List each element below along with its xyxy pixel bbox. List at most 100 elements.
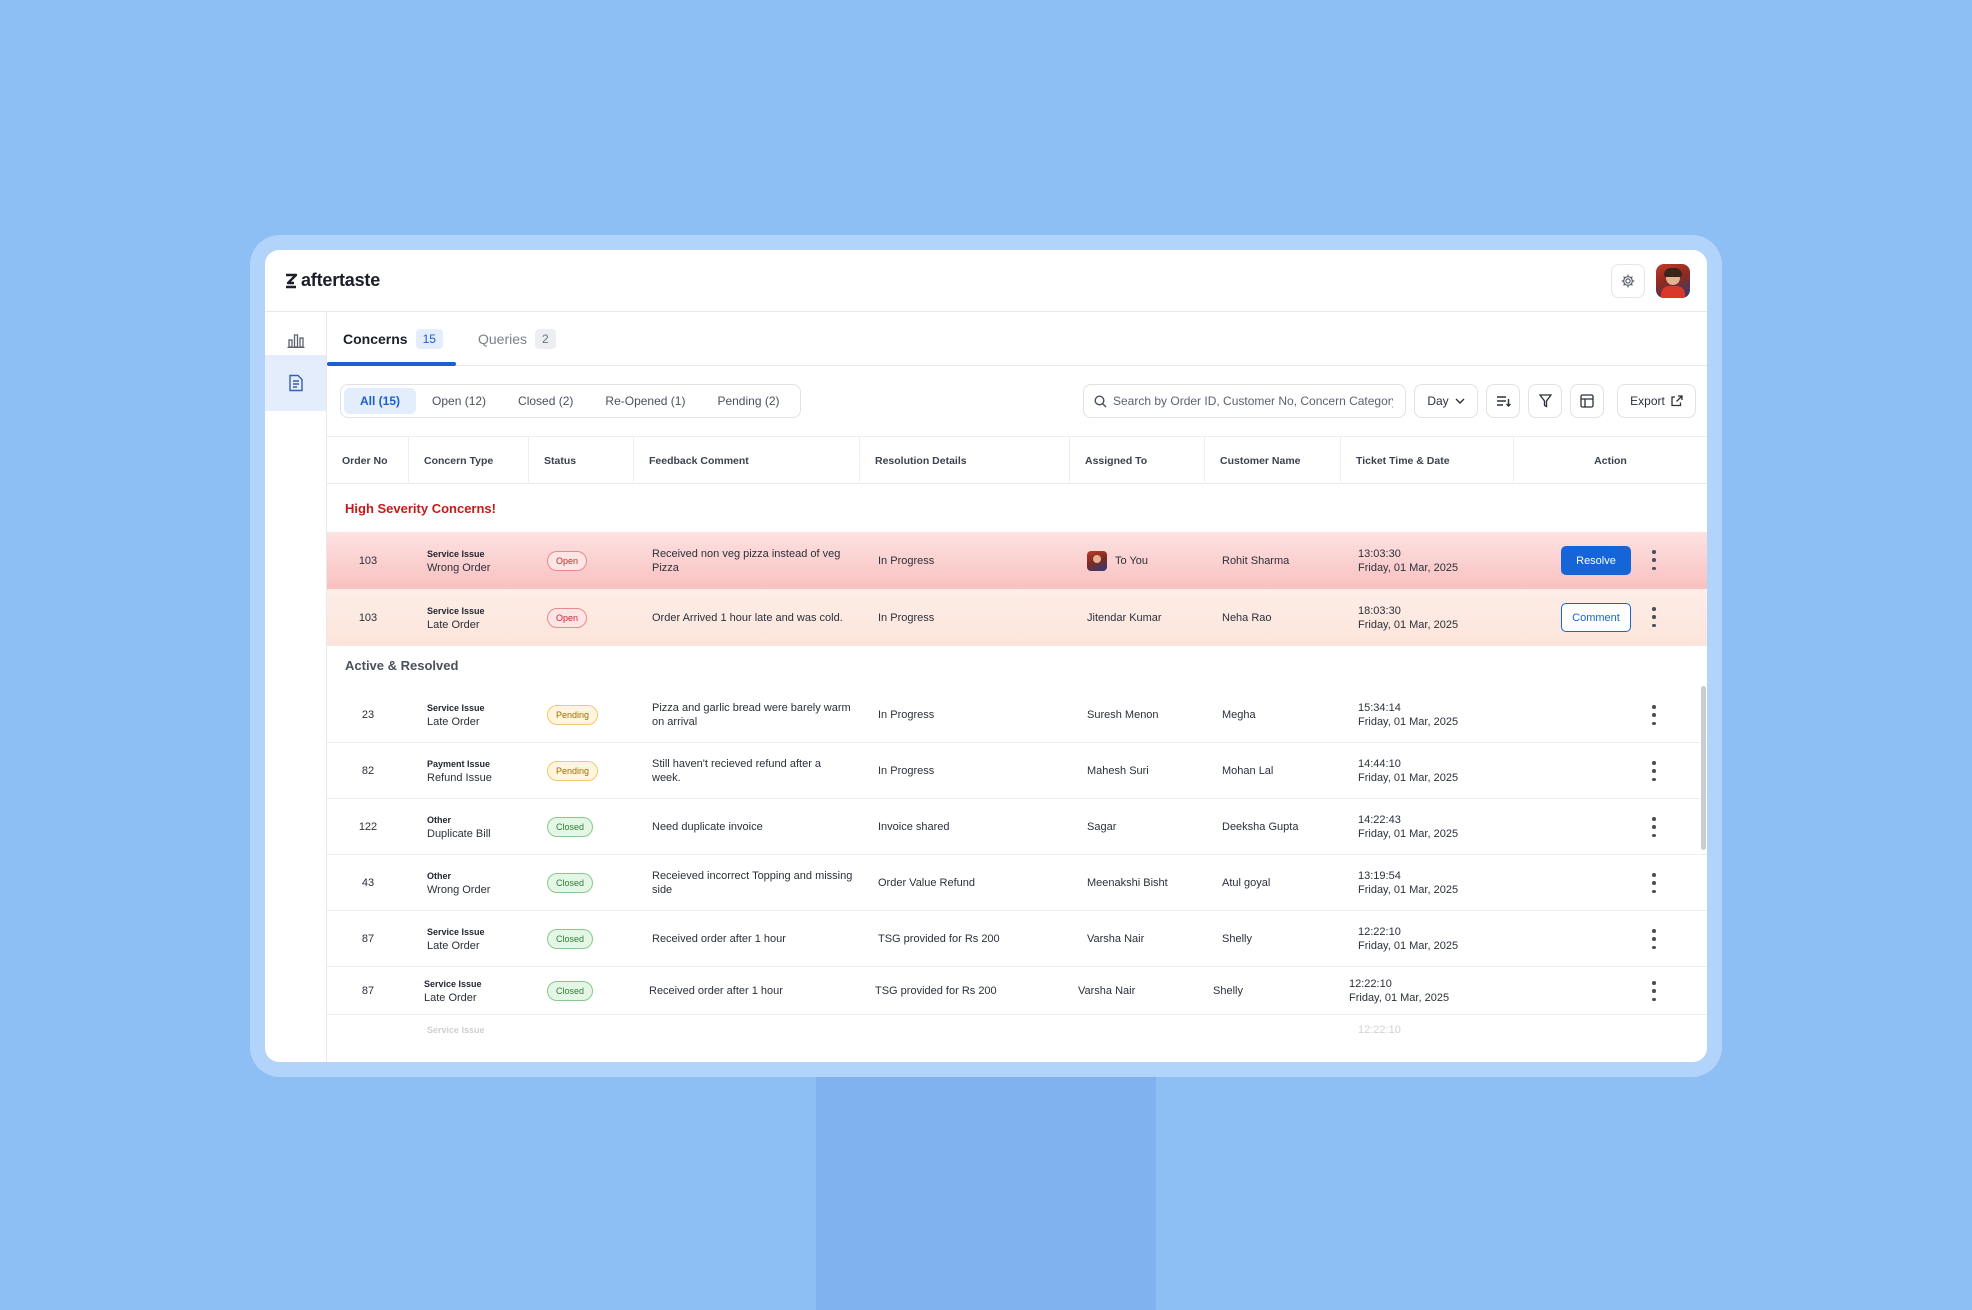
more-options-icon[interactable] <box>1647 607 1661 627</box>
col-status[interactable]: Status <box>529 437 634 484</box>
table-row[interactable]: 122 Other Duplicate Bill Closed Need dup… <box>327 799 1707 855</box>
col-concern-type[interactable]: Concern Type <box>409 437 529 484</box>
resolution-details: In Progress <box>878 708 935 721</box>
bar-chart-icon <box>287 334 304 348</box>
layout-columns-icon <box>1580 394 1594 408</box>
ticket-time: 12:22:10 <box>1358 925 1401 938</box>
feedback-comment: Received order after 1 hour <box>652 932 786 945</box>
ticket-date: Friday, 01 Mar, 2025 <box>1358 715 1459 728</box>
sidebar-item-concerns[interactable] <box>265 355 326 411</box>
monitor-stand <box>816 1062 1156 1310</box>
filter-closed[interactable]: Closed (2) <box>502 388 589 414</box>
feedback-comment: Pizza and garlic bread were barely warm … <box>652 701 851 728</box>
assigned-to: Varsha Nair <box>1087 932 1145 945</box>
ticket-date: Friday, 01 Mar, 2025 <box>1358 771 1459 784</box>
search-input[interactable] <box>1113 394 1393 408</box>
ticket-time: 13:19:54 <box>1358 869 1401 882</box>
ticket-time: 14:44:10 <box>1358 757 1401 770</box>
order-no: 87 <box>361 932 375 945</box>
comment-button[interactable]: Comment <box>1561 603 1631 632</box>
concern-category: Service Issue <box>427 702 485 713</box>
tab-queries[interactable]: Queries 2 <box>478 312 556 366</box>
table-row[interactable]: 87 Service Issue Late Order Closed Recei… <box>327 967 1707 1015</box>
resolve-button[interactable]: Resolve <box>1561 546 1631 575</box>
more-options-icon[interactable] <box>1647 873 1661 893</box>
status-badge: Closed <box>547 872 594 893</box>
table-row[interactable]: 103 Service Issue Late Order Open Order … <box>327 589 1707 646</box>
tab-queries-count: 2 <box>535 329 556 349</box>
col-ticket-time[interactable]: Ticket Time & Date <box>1341 437 1514 484</box>
customer-name: Deeksha Gupta <box>1222 820 1299 833</box>
col-order-no[interactable]: Order No <box>327 437 409 484</box>
more-options-icon[interactable] <box>1647 981 1661 1001</box>
tab-queries-label: Queries <box>478 331 528 347</box>
ticket-date: Friday, 01 Mar, 2025 <box>1358 827 1459 840</box>
filter-reopened[interactable]: Re-Opened (1) <box>589 388 701 414</box>
status-cell: Closed <box>547 911 594 966</box>
table-row[interactable]: 103 Service Issue Wrong Order Open Recei… <box>327 532 1707 589</box>
table-row[interactable]: 87 Service Issue Late Order Closed Recei… <box>327 911 1707 967</box>
filter-open[interactable]: Open (12) <box>416 388 502 414</box>
ticket-time-date: 14:22:43 Friday, 01 Mar, 2025 <box>1358 799 1458 854</box>
concern-name: Late Order <box>427 939 480 952</box>
columns-button[interactable] <box>1570 384 1604 418</box>
sort-button[interactable] <box>1486 384 1520 418</box>
col-action: Action <box>1594 454 1627 467</box>
concern-name: Late Order <box>427 715 480 728</box>
customer-name: Atul goyal <box>1222 876 1271 889</box>
ticket-date: Friday, 01 Mar, 2025 <box>1358 939 1459 952</box>
col-feedback-comment[interactable]: Feedback Comment <box>634 437 860 484</box>
resolution-details: Order Value Refund <box>878 876 976 889</box>
concern-type: Service Issue Late Order <box>427 687 485 742</box>
status-cell: Closed <box>547 855 594 910</box>
app-name: aftertaste <box>301 270 381 290</box>
more-options-icon[interactable] <box>1647 705 1661 725</box>
table-row[interactable]: 23 Service Issue Late Order Pending Pizz… <box>327 687 1707 743</box>
concern-category: Service Issue <box>427 926 485 937</box>
ticket-time-date: 12:22:10 Friday, 01 Mar, 2025 <box>1358 911 1458 966</box>
ticket-time-date: 13:19:54 Friday, 01 Mar, 2025 <box>1358 855 1458 910</box>
assigned-to: Meenakshi Bisht <box>1087 876 1168 889</box>
export-button[interactable]: Export <box>1617 384 1696 418</box>
more-options-icon[interactable] <box>1647 929 1661 949</box>
concern-category: Payment Issue <box>427 758 491 769</box>
ticket-time-date: 15:34:14 Friday, 01 Mar, 2025 <box>1358 687 1458 742</box>
ticket-date: Friday, 01 Mar, 2025 <box>1349 991 1450 1004</box>
app-logo[interactable]: aftertaste <box>284 270 380 291</box>
settings-button[interactable] <box>1611 264 1645 298</box>
tab-concerns-count: 15 <box>415 329 443 349</box>
assigned-to: Sagar <box>1087 820 1117 833</box>
more-options-icon[interactable] <box>1647 761 1661 781</box>
assigned-to: Suresh Menon <box>1087 708 1159 721</box>
document-icon <box>288 374 303 392</box>
logo-mark-icon <box>286 273 298 288</box>
concern-name: Late Order <box>427 618 480 631</box>
resolution-details: In Progress <box>878 611 935 624</box>
ticket-time: 12:22:10 <box>1358 1024 1401 1036</box>
filter-pending[interactable]: Pending (2) <box>701 388 795 414</box>
period-dropdown[interactable]: Day <box>1414 384 1478 418</box>
table-scrollbar[interactable] <box>1701 686 1706 850</box>
status-badge: Pending <box>547 704 599 725</box>
top-bar: aftertaste <box>265 250 1707 312</box>
concern-name: Wrong Order <box>427 561 491 574</box>
assigned-to: To You <box>1087 532 1148 589</box>
filter-button[interactable] <box>1528 384 1562 418</box>
assigned-to: Mahesh Suri <box>1087 764 1149 777</box>
table-row[interactable]: 82 Payment Issue Refund Issue Pending St… <box>327 743 1707 799</box>
filter-all[interactable]: All (15) <box>344 388 417 414</box>
col-assigned-to[interactable]: Assigned To <box>1070 437 1205 484</box>
tab-concerns-label: Concerns <box>343 331 408 347</box>
more-options-icon[interactable] <box>1647 817 1661 837</box>
concern-category: Other <box>427 814 452 825</box>
ticket-time: 15:34:14 <box>1358 701 1401 714</box>
tab-concerns[interactable]: Concerns 15 <box>343 312 443 366</box>
assignee-avatar <box>1087 550 1107 571</box>
period-value: Day <box>1427 394 1449 408</box>
more-options-icon[interactable] <box>1647 550 1661 570</box>
col-customer-name[interactable]: Customer Name <box>1205 437 1341 484</box>
status-badge: Closed <box>547 816 594 837</box>
table-row[interactable]: 43 Other Wrong Order Closed Receieved in… <box>327 855 1707 911</box>
user-avatar[interactable] <box>1656 264 1690 298</box>
col-resolution-details[interactable]: Resolution Details <box>860 437 1070 484</box>
